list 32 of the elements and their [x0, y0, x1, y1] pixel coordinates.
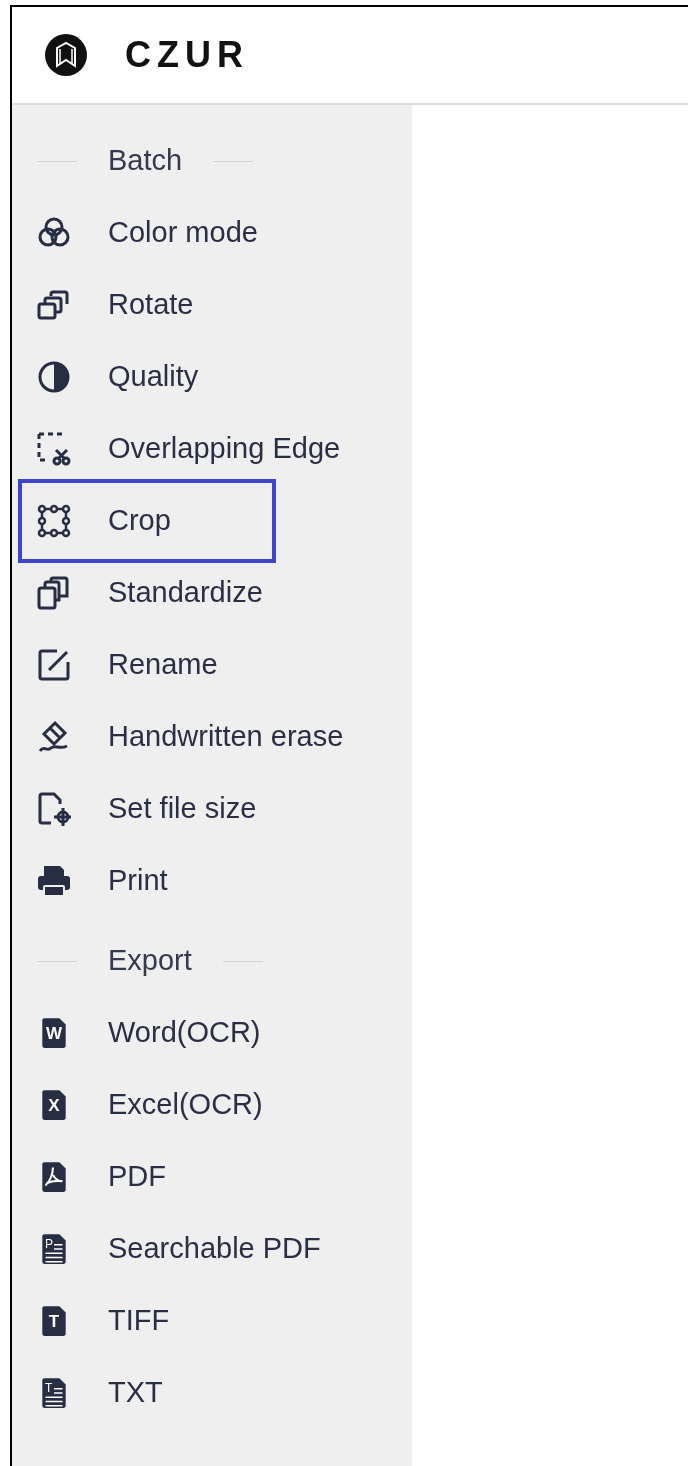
file-crosshair-icon	[37, 792, 71, 826]
section-heading: Batch	[108, 143, 183, 179]
menu-item[interactable]: PDF	[22, 1141, 176, 1213]
document-lines-icon: P	[41, 1232, 67, 1266]
menu-item[interactable]: T TIFF	[22, 1285, 180, 1357]
document-lines-icon: T	[41, 1376, 67, 1410]
menu-item[interactable]: T TXT	[22, 1357, 173, 1429]
section-heading: Export	[108, 943, 192, 979]
brand-name: CZUR	[125, 33, 249, 77]
dashed-scissors-icon	[37, 432, 71, 466]
menu-item[interactable]: P Searchable PDF	[22, 1213, 331, 1285]
file-letter-icon: W	[41, 1016, 67, 1050]
rotate-icon	[37, 288, 71, 322]
edit-icon	[37, 648, 71, 682]
menu-item[interactable]: Rotate	[22, 269, 204, 341]
menu-item[interactable]: Handwritten erase	[22, 701, 354, 773]
menu-item[interactable]: Color mode	[22, 197, 268, 269]
menu-item[interactable]: Crop	[18, 479, 276, 563]
file-letter-icon: X	[41, 1088, 67, 1122]
menu-item[interactable]: W Word(OCR)	[22, 997, 271, 1069]
stacked-pages-icon	[37, 576, 71, 610]
menu-item[interactable]: X Excel(OCR)	[22, 1069, 273, 1141]
printer-icon	[37, 864, 71, 898]
menu-item[interactable]: Quality	[22, 341, 209, 413]
crop-frame-icon	[37, 504, 71, 538]
file-letter-icon: T	[41, 1304, 67, 1338]
menu-item[interactable]: Rename	[22, 629, 228, 701]
logo-icon	[45, 34, 87, 76]
contrast-icon	[37, 360, 71, 394]
pdf-file-icon	[41, 1160, 67, 1194]
menu-item[interactable]: Print	[22, 845, 178, 917]
menu-item[interactable]: Set file size	[22, 773, 267, 845]
